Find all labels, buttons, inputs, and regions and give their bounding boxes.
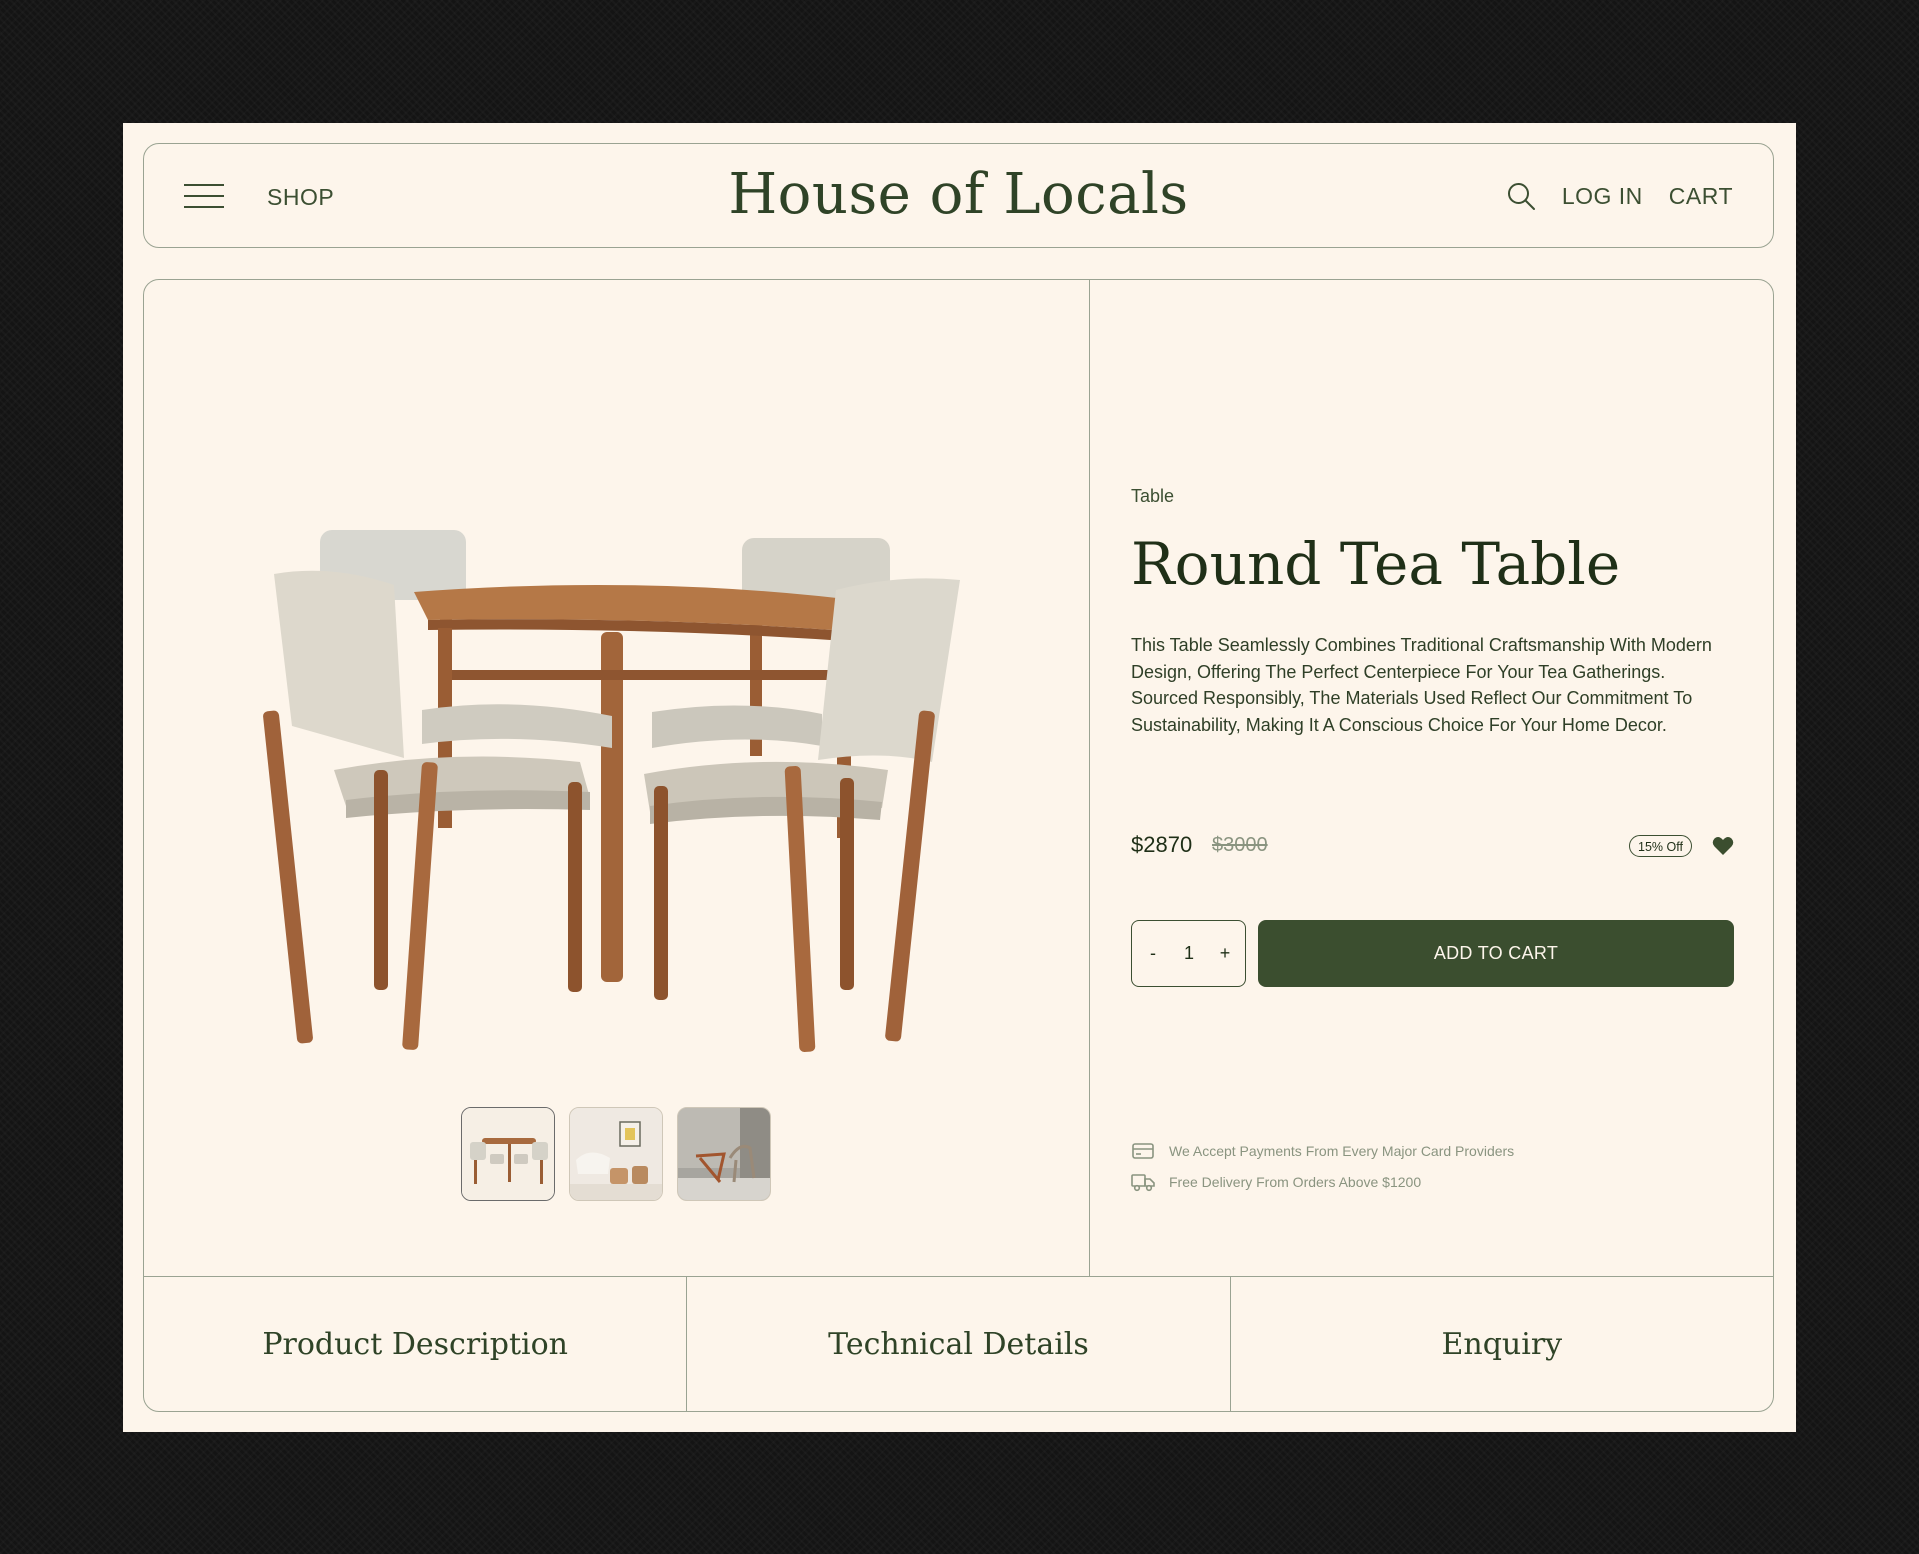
dining-set-thumbnail-icon	[462, 1108, 554, 1200]
original-price: $3000	[1212, 834, 1268, 856]
product-main-image	[263, 530, 960, 1052]
payment-perk-text: We Accept Payments From Every Major Card…	[1169, 1143, 1515, 1159]
search-icon[interactable]	[1506, 181, 1536, 211]
thumbnail-dining-set[interactable]	[461, 1107, 555, 1201]
product-tabs: Product Description Technical Details En…	[144, 1276, 1773, 1411]
living-room-thumbnail-icon	[570, 1108, 662, 1200]
credit-card-icon	[1132, 1143, 1154, 1159]
site-header: SHOP House of Locals LOG IN CART	[143, 143, 1774, 248]
product-title: Round Tea Table	[1131, 530, 1621, 598]
product-gallery	[144, 280, 1090, 1276]
product-category: Table	[1131, 486, 1175, 506]
product-info: Table Round Tea Table This Table Seamles…	[1131, 280, 1734, 1276]
header-actions: LOG IN CART	[1506, 181, 1733, 211]
tab-product-description[interactable]: Product Description	[144, 1277, 686, 1411]
quantity-stepper: - 1 +	[1131, 920, 1246, 987]
quantity-value[interactable]: 1	[1184, 943, 1194, 964]
login-link[interactable]: LOG IN	[1562, 183, 1643, 210]
increment-button[interactable]: +	[1217, 943, 1233, 964]
add-to-cart-button[interactable]: ADD TO CART	[1258, 920, 1734, 987]
thumbnail-lounge-chair[interactable]	[677, 1107, 771, 1201]
thumbnail-living-room[interactable]	[569, 1107, 663, 1201]
thumbnail-strip	[461, 1107, 771, 1201]
payment-perk: We Accept Payments From Every Major Card…	[1131, 1141, 1514, 1161]
delivery-truck-icon	[1131, 1174, 1155, 1192]
lounge-chair-thumbnail-icon	[678, 1108, 770, 1200]
product-card: Table Round Tea Table This Table Seamles…	[143, 279, 1774, 1412]
tab-technical-details[interactable]: Technical Details	[686, 1277, 1229, 1411]
heart-icon[interactable]	[1712, 836, 1734, 856]
decrement-button[interactable]: -	[1145, 943, 1161, 964]
cart-link[interactable]: CART	[1669, 183, 1733, 210]
tab-enquiry[interactable]: Enquiry	[1229, 1277, 1773, 1411]
delivery-perk-text: Free Delivery From Orders Above $1200	[1169, 1174, 1422, 1190]
page: SHOP House of Locals LOG IN CART Table R…	[123, 123, 1796, 1432]
product-description: This Table Seamlessly Combines Tradition…	[1131, 635, 1712, 735]
current-price: $2870	[1131, 832, 1193, 857]
discount-badge: 15% Off	[1629, 835, 1692, 857]
delivery-perk: Free Delivery From Orders Above $1200	[1131, 1172, 1421, 1192]
